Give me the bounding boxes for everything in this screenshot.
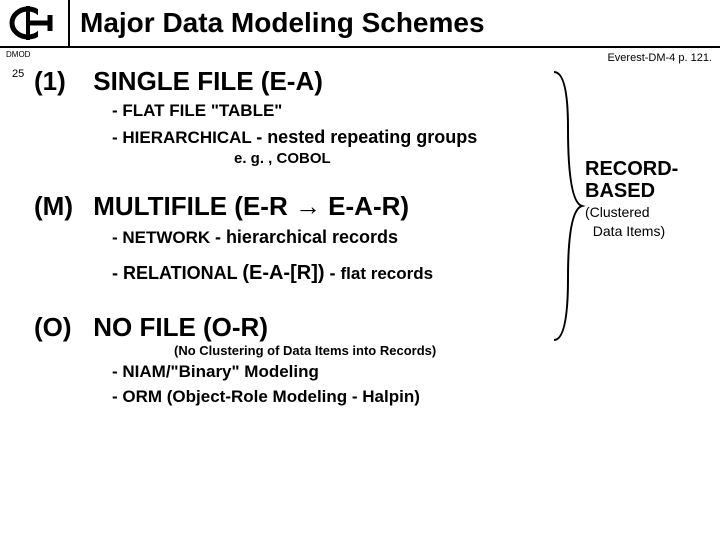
slide-title: Major Data Modeling Schemes xyxy=(70,7,485,39)
logo-cell xyxy=(0,0,70,47)
section-1-title: SINGLE FILE (E-A) xyxy=(93,66,323,96)
sm-bullet-2: - RELATIONAL (E-A-[R]) - flat records xyxy=(112,259,554,288)
section-1-heading: (1) SINGLE FILE (E-A) xyxy=(34,66,554,97)
top-right-citation: Everest-DM-4 p. 121. xyxy=(607,52,712,64)
section-o-bullets: - NIAM/"Binary" Modeling - ORM (Object-R… xyxy=(112,360,554,409)
annot-line1: RECORD- xyxy=(585,158,705,180)
so-bullet-1: - NIAM/"Binary" Modeling xyxy=(112,360,554,385)
logo-icon xyxy=(8,6,60,40)
section-m-heading: (M) MULTIFILE (E-R → E-A-R) xyxy=(34,191,554,222)
s1-example: e. g. , COBOL xyxy=(234,150,554,167)
section-o-title: NO FILE (O-R) xyxy=(93,312,268,342)
s1-bullet-2: - HIERARCHICAL - nested repeating groups xyxy=(112,124,554,151)
sm-bullet-1: - NETWORK - hierarchical records xyxy=(112,224,554,251)
annot-paren1: (Clustered xyxy=(585,204,705,221)
slide-header: Major Data Modeling Schemes xyxy=(0,0,720,48)
right-annotation: RECORD- BASED (Clustered Data Items) xyxy=(585,158,705,240)
bracket-icon xyxy=(550,68,590,348)
s1-bullet-1: - FLAT FILE "TABLE" xyxy=(112,99,554,124)
section-m-bullets: - NETWORK - hierarchical records - RELAT… xyxy=(112,224,554,288)
section-1-bullets: - FLAT FILE "TABLE" - HIERARCHICAL - nes… xyxy=(112,99,554,150)
section-o-tag: (O) xyxy=(34,312,86,343)
section-o-heading: (O) NO FILE (O-R) xyxy=(34,312,554,343)
section-m-tag: (M) xyxy=(34,191,86,222)
annot-line2: BASED xyxy=(585,180,705,202)
section-o-note: (No Clustering of Data Items into Record… xyxy=(174,343,554,358)
section-m-title: MULTIFILE (E-R → E-A-R) xyxy=(93,191,409,221)
annot-paren2: Data Items) xyxy=(585,223,705,240)
so-bullet-2: - ORM (Object-Role Modeling - Halpin) xyxy=(112,385,554,410)
slide-content: (1) SINGLE FILE (E-A) - FLAT FILE "TABLE… xyxy=(34,60,554,409)
slide-number: 25 xyxy=(12,68,24,80)
top-left-tag: DMOD xyxy=(6,50,30,59)
section-1-tag: (1) xyxy=(34,66,86,97)
